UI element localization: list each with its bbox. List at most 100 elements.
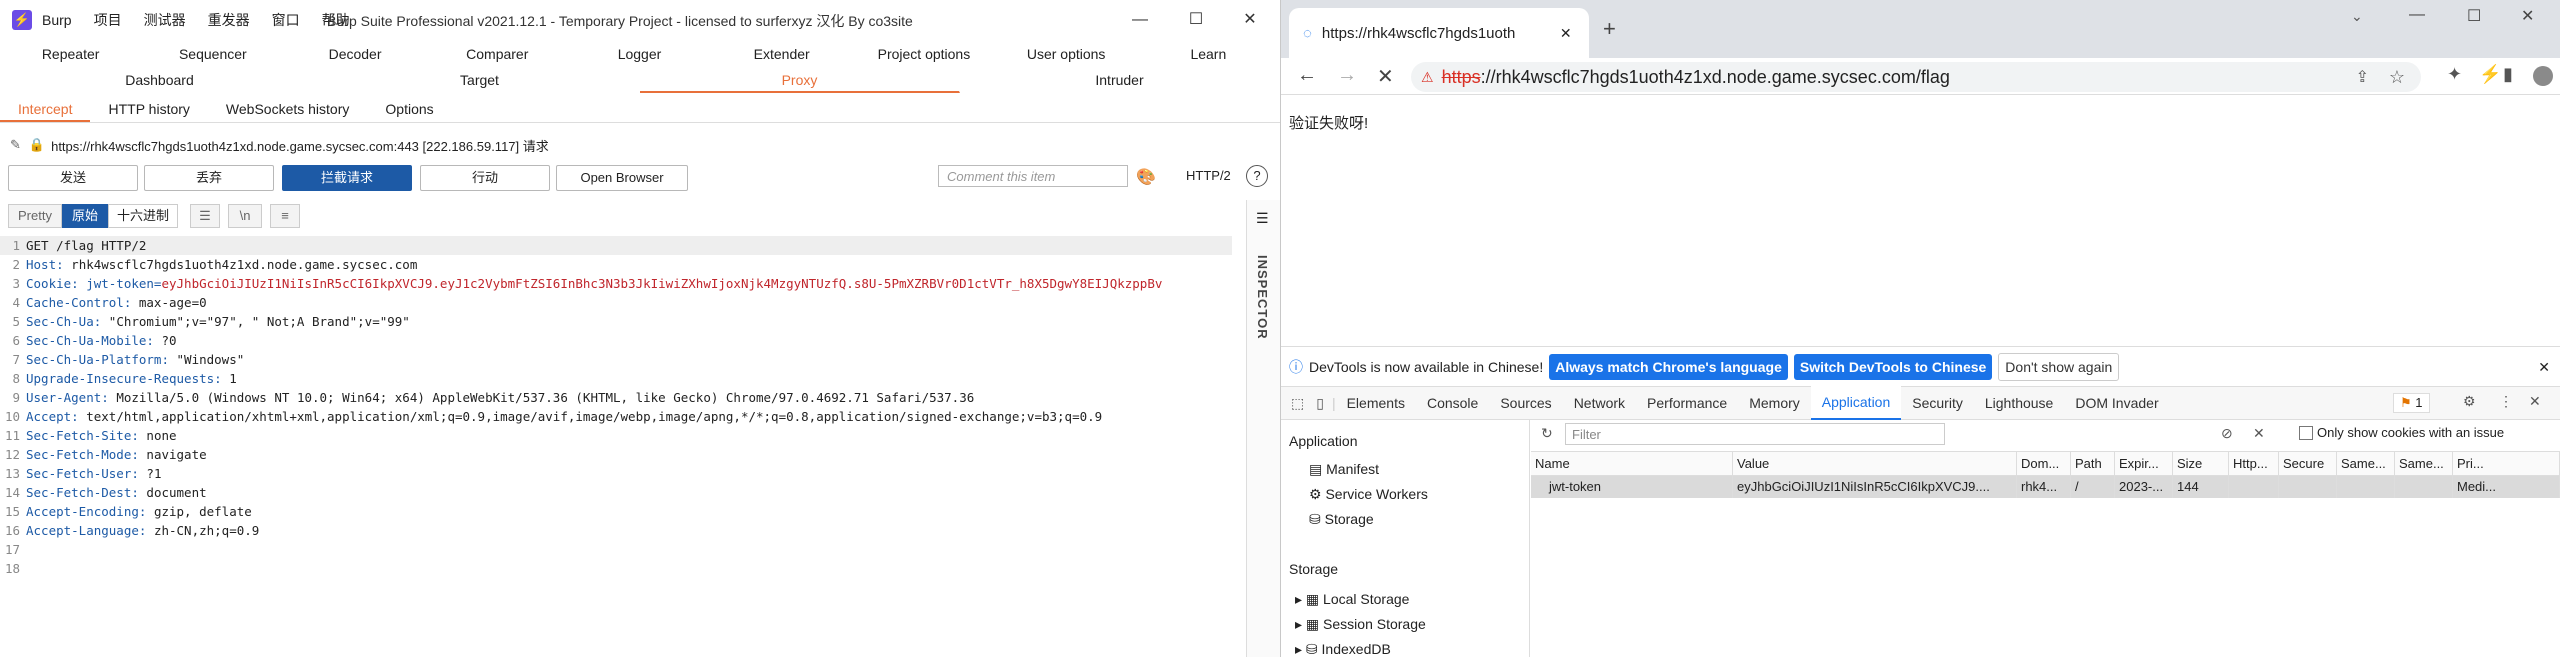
intercept-toggle-button[interactable]: 拦截请求 (282, 165, 412, 191)
request-line[interactable]: 15 Accept-Encoding: gzip, deflate (0, 502, 1232, 521)
cookie-cell[interactable]: 2023-... (2115, 476, 2173, 498)
request-line[interactable]: 11 Sec-Fetch-Site: none (0, 426, 1232, 445)
tab-lighthouse[interactable]: Lighthouse (1974, 387, 2065, 419)
column-header[interactable]: Same... (2395, 452, 2453, 476)
inspector-panel[interactable]: ☰ INSPECTOR (1246, 200, 1280, 657)
tab-user-options[interactable]: User options (996, 41, 1138, 67)
dont-show-again-button[interactable]: Don't show again (1998, 353, 2120, 381)
maximize-icon[interactable]: ☐ (1184, 8, 1208, 32)
tab-security[interactable]: Security (1901, 387, 1974, 419)
tab-decoder[interactable]: Decoder (284, 41, 426, 67)
tab-extender[interactable]: Extender (711, 41, 853, 67)
inspect-element-icon[interactable]: ⬚ (1291, 395, 1304, 412)
hex-button[interactable]: 十六进制 (108, 204, 178, 228)
show-newlines-button[interactable]: \n (228, 204, 262, 228)
menu-project[interactable]: 项目 (94, 10, 122, 30)
column-header[interactable]: Name (1531, 452, 1733, 476)
only-issues-checkbox[interactable] (2299, 426, 2313, 440)
column-header[interactable]: Expir... (2115, 452, 2173, 476)
sidebar-item-session-storage[interactable]: ▸ ▦ Session Storage (1295, 616, 1426, 633)
column-header[interactable]: Http... (2229, 452, 2279, 476)
cookie-cell[interactable]: Medi... (2453, 476, 2560, 498)
tab-intercept[interactable]: Intercept (0, 96, 91, 122)
tab-proxy[interactable]: Proxy (640, 67, 960, 93)
tab-websockets-history[interactable]: WebSockets history (208, 96, 367, 122)
tab-target[interactable]: Target (320, 67, 640, 93)
menu-window[interactable]: 窗口 (272, 10, 300, 30)
sidebar-item-local-storage[interactable]: ▸ ▦ Local Storage (1295, 591, 1409, 608)
cookie-filter-input[interactable]: Filter (1565, 423, 1945, 445)
column-header[interactable]: Path (2071, 452, 2115, 476)
forward-button[interactable]: 发送 (8, 165, 138, 191)
raw-button[interactable]: 原始 (62, 204, 108, 228)
chrome-close-icon[interactable]: ✕ (2521, 6, 2534, 26)
help-icon[interactable]: ? (1246, 165, 1268, 187)
highlight-color-icon[interactable]: 🎨 (1136, 167, 1156, 187)
profile-avatar[interactable] (2533, 66, 2553, 86)
tab-search-icon[interactable]: ⌄ (2351, 8, 2363, 25)
comment-input[interactable]: Comment this item (938, 165, 1128, 187)
column-header[interactable]: Value (1733, 452, 2017, 476)
tab-close-icon[interactable]: ✕ (1560, 25, 1572, 42)
more-options-icon[interactable]: ⋮ (2499, 393, 2513, 410)
infobar-close-icon[interactable]: ✕ (2538, 359, 2550, 376)
request-line[interactable]: 14 Sec-Fetch-Dest: document (0, 483, 1232, 502)
address-bar[interactable]: ⚠ https://rhk4wscflc7hgds1uoth4z1xd.node… (1411, 62, 2421, 92)
request-line[interactable]: 7 Sec-Ch-Ua-Platform: "Windows" (0, 350, 1232, 369)
column-header[interactable]: Same... (2337, 452, 2395, 476)
clear-filtered-icon[interactable]: ⊘ (2221, 425, 2233, 442)
not-secure-icon[interactable]: ⚠ (1421, 69, 1434, 86)
cookie-cell[interactable] (2395, 476, 2453, 498)
tab-memory[interactable]: Memory (1738, 387, 1811, 419)
tab-repeater[interactable]: Repeater (0, 41, 142, 67)
tab-performance[interactable]: Performance (1636, 387, 1738, 419)
new-tab-icon[interactable]: + (1603, 16, 1616, 42)
cookie-cell[interactable] (2337, 476, 2395, 498)
request-line[interactable]: 16 Accept-Language: zh-CN,zh;q=0.9 (0, 521, 1232, 540)
tab-dashboard[interactable]: Dashboard (0, 67, 320, 93)
tab-project-options[interactable]: Project options (853, 41, 995, 67)
tab-logger[interactable]: Logger (569, 41, 711, 67)
inspector-layout-icon[interactable]: ☰ (1256, 210, 1269, 227)
sidebar-item-indexeddb[interactable]: ▸ ⛁ IndexedDB (1295, 641, 1391, 657)
menu-intruder[interactable]: 测试器 (144, 10, 186, 30)
request-line[interactable]: 17 (0, 540, 1232, 559)
stop-loading-icon[interactable]: ✕ (1377, 64, 1394, 89)
tab-dom-invader[interactable]: DOM Invader (2064, 387, 2169, 419)
device-toolbar-icon[interactable]: ▯ (1316, 395, 1324, 412)
cookie-cell[interactable]: jwt-token (1531, 476, 1733, 498)
column-header[interactable]: Size (2173, 452, 2229, 476)
column-header[interactable]: Dom... (2017, 452, 2071, 476)
cookie-cell[interactable] (2279, 476, 2337, 498)
menu-icon[interactable]: ≡ (270, 204, 300, 228)
request-line[interactable]: 5 Sec-Ch-Ua: "Chromium";v="97", " Not;A B… (0, 312, 1232, 331)
bookmark-star-icon[interactable]: ☆ (2389, 67, 2405, 88)
pencil-icon[interactable]: ✎ (10, 137, 21, 153)
delete-selected-icon[interactable]: ✕ (2253, 425, 2265, 442)
request-line[interactable]: 6 Sec-Ch-Ua-Mobile: ?0 (0, 331, 1232, 350)
menu-help[interactable]: 帮助 (322, 10, 350, 30)
extensions-icon[interactable]: ✦ (2447, 64, 2462, 85)
column-header[interactable]: Secure (2279, 452, 2337, 476)
minimize-icon[interactable]: — (1128, 8, 1152, 32)
action-button[interactable]: 行动 (420, 165, 550, 191)
refresh-icon[interactable]: ↻ (1541, 425, 1553, 442)
request-line[interactable]: 3 Cookie: jwt-token=eyJhbGciOiJIUzI1NiIsI… (0, 274, 1232, 293)
sidepanel-icon[interactable]: ▮ (2503, 64, 2513, 85)
close-icon[interactable]: ✕ (1238, 8, 1262, 32)
tab-application[interactable]: Application (1810, 386, 1902, 420)
request-line[interactable]: 8 Upgrade-Insecure-Requests: 1 (0, 369, 1232, 388)
browser-tab[interactable]: ◌ https://rhk4wscflc7hgds1uoth ✕ (1289, 8, 1589, 58)
menu-repeater[interactable]: 重发器 (208, 10, 250, 30)
drop-button[interactable]: 丢弃 (144, 165, 274, 191)
request-line[interactable]: 9 User-Agent: Mozilla/5.0 (Windows NT 10.… (0, 388, 1232, 407)
tab-sources[interactable]: Sources (1489, 387, 1562, 419)
share-icon[interactable]: ⇪ (2356, 67, 2369, 87)
request-line[interactable]: 13 Sec-Fetch-User: ?1 (0, 464, 1232, 483)
always-match-language-button[interactable]: Always match Chrome's language (1549, 354, 1788, 380)
tab-network[interactable]: Network (1563, 387, 1636, 419)
tab-http-history[interactable]: HTTP history (90, 96, 207, 122)
cookie-cell[interactable]: / (2071, 476, 2115, 498)
column-header[interactable]: Pri... (2453, 452, 2560, 476)
chrome-minimize-icon[interactable]: — (2409, 6, 2425, 24)
